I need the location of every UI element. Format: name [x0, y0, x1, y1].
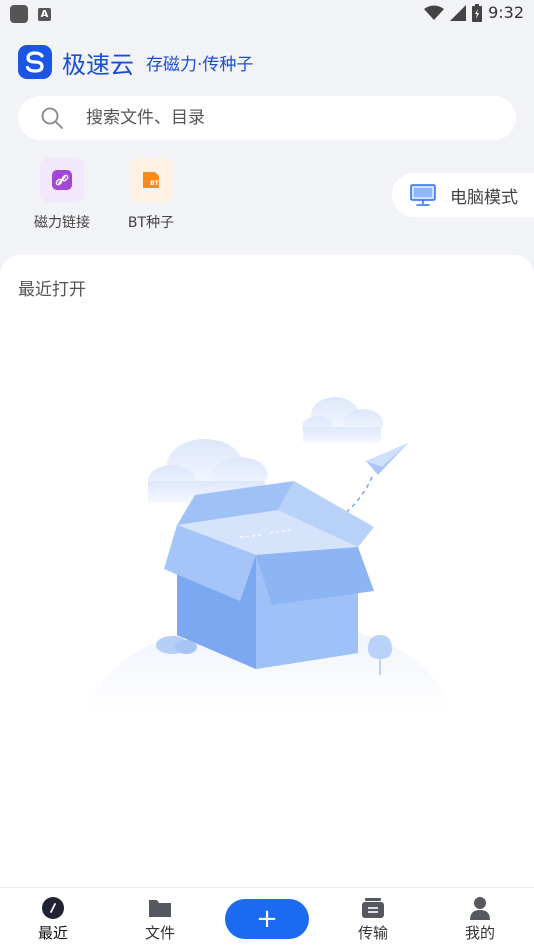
- magnet-link-tool[interactable]: 磁力链接: [22, 158, 102, 232]
- bt-torrent-label: BT种子: [127, 215, 175, 231]
- add-button[interactable]: +: [225, 899, 309, 939]
- signal-icon: [450, 4, 467, 21]
- status-bar: A 9:32: [0, 0, 534, 28]
- status-right: 9:32: [424, 3, 524, 22]
- nav-transfer-label: 传输: [357, 924, 388, 942]
- search-input[interactable]: [84, 107, 468, 129]
- search-icon: [41, 107, 63, 129]
- a-box-icon: A: [38, 7, 51, 21]
- nav-transfer[interactable]: 传输: [333, 896, 413, 943]
- nav-files-label: 文件: [144, 924, 175, 942]
- open-box: [164, 481, 374, 669]
- clock: 9:32: [488, 3, 524, 22]
- nav-profile[interactable]: 我的: [440, 896, 520, 943]
- app-header: 极速云 存磁力·传种子: [18, 44, 253, 80]
- cloud-right: [302, 397, 383, 443]
- empty-box-illustration: [86, 397, 452, 710]
- person-icon: [440, 896, 520, 920]
- folder-icon: [120, 896, 200, 920]
- magnet-link-label: 磁力链接: [34, 215, 90, 231]
- status-left: A: [10, 5, 51, 23]
- nav-files[interactable]: 文件: [120, 896, 200, 943]
- s-logo-icon: [25, 51, 44, 73]
- battery-icon: [472, 3, 483, 22]
- bt-torrent-tool[interactable]: BT BT种子: [111, 158, 191, 232]
- nav-profile-label: 我的: [464, 924, 495, 942]
- wifi-icon: [424, 5, 445, 20]
- bottom-nav: 最近 文件 + 传输 我的: [0, 887, 534, 951]
- search-bar[interactable]: [18, 96, 516, 140]
- monitor-icon: [410, 184, 436, 206]
- recent-panel: 最近打开: [0, 255, 534, 887]
- app-title: 极速云: [62, 50, 134, 79]
- recent-title: 最近打开: [18, 280, 86, 300]
- pc-mode-button[interactable]: 电脑模式: [392, 173, 534, 217]
- bt-torrent-icon: BT: [129, 158, 173, 202]
- magnet-link-icon: [40, 158, 84, 202]
- recent-compass-icon: [13, 896, 93, 920]
- nav-recent-label: 最近: [37, 924, 68, 942]
- pc-mode-label: 电脑模式: [450, 187, 518, 208]
- svg-text:BT: BT: [150, 180, 160, 187]
- app-square-icon: [10, 5, 28, 23]
- app-logo: [18, 45, 52, 79]
- app-subtitle: 存磁力·传种子: [146, 54, 254, 75]
- transfer-icon: [333, 896, 413, 920]
- nav-recent[interactable]: 最近: [13, 896, 93, 943]
